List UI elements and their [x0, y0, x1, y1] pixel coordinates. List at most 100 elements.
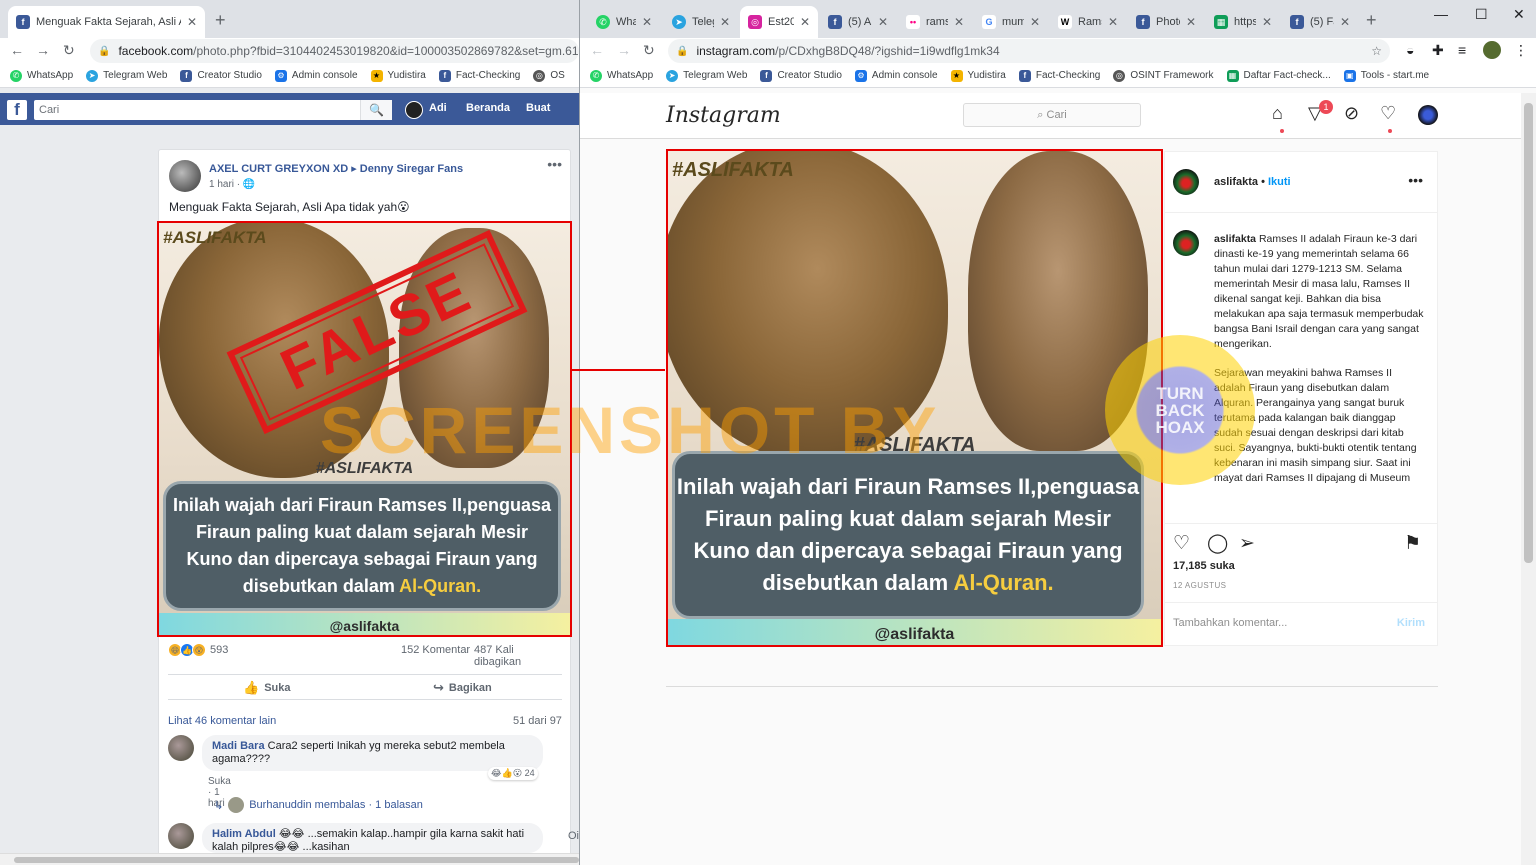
reaction-summary[interactable]: 😆 👍 😮 593	[168, 643, 228, 657]
username-link[interactable]: aslifakta	[1214, 176, 1258, 188]
back-arrow-icon[interactable]: ←	[590, 42, 604, 58]
avatar[interactable]	[168, 823, 194, 849]
bookmark-fact-checking[interactable]: f Fact-Checking	[1018, 69, 1100, 82]
like-heart-icon[interactable]: ♡	[1173, 532, 1190, 555]
share-count[interactable]: 487 Kali dibagikan	[474, 644, 562, 668]
avatar[interactable]	[1483, 41, 1501, 59]
close-window-icon[interactable]: ✕	[1513, 6, 1525, 23]
bookmark-creator-studio[interactable]: f Creator Studio	[180, 69, 262, 82]
comment-author[interactable]: Madi Bara	[212, 740, 265, 752]
instagram-logo[interactable]: Instagram	[666, 103, 781, 128]
post-time[interactable]: 1 hari · 🌐	[209, 179, 255, 190]
follow-button[interactable]: Ikuti	[1268, 176, 1291, 188]
avatar[interactable]	[1418, 105, 1438, 125]
share-paper-plane-icon[interactable]: ➢	[1239, 532, 1255, 555]
bookmark-telegram[interactable]: ➤ Telegram Web	[666, 69, 747, 82]
reload-icon[interactable]: ↻	[643, 42, 655, 59]
tab-facebook-post[interactable]: f Menguak Fakta Sejarah, Asli Apa ✕	[8, 6, 205, 38]
bookmark-fact-checking[interactable]: f Fact-Checking	[438, 69, 520, 82]
like-count[interactable]: 17,185 suka	[1173, 560, 1235, 572]
comment-author[interactable]: Halim Abdul	[212, 828, 276, 840]
add-comment-input[interactable]: Tambahkan komentar...	[1173, 617, 1287, 629]
caption-username[interactable]: aslifakta	[1214, 233, 1256, 245]
extension-incognito-icon[interactable]: ◒	[1406, 42, 1414, 58]
home-icon[interactable]: ⌂	[1272, 103, 1283, 124]
close-tab-icon[interactable]: ✕	[800, 15, 810, 29]
new-tab-button[interactable]: +	[1366, 10, 1377, 31]
close-tab-icon[interactable]: ✕	[720, 15, 730, 29]
comment-count[interactable]: 152 Komentar	[401, 644, 470, 656]
facebook-search-input[interactable]: Cari 🔍	[34, 100, 392, 120]
nav-create[interactable]: Buat	[526, 102, 550, 114]
bookmark-osint[interactable]: ◎ OSINT Framework	[1113, 69, 1214, 82]
bookmark-yudistira[interactable]: ★ Yudistira	[370, 69, 426, 82]
new-tab-button[interactable]: +	[215, 10, 226, 31]
reading-list-icon[interactable]: ≡	[1458, 42, 1466, 58]
more-options-icon[interactable]: •••	[547, 156, 562, 172]
nav-profile[interactable]: Adi	[429, 102, 447, 114]
bookmark-creator-studio[interactable]: f Creator Studio	[760, 69, 842, 82]
facebook-logo-icon[interactable]: f	[7, 100, 27, 120]
scrollbar-thumb[interactable]	[1524, 103, 1533, 563]
comment-bubble-icon[interactable]: ◯	[1207, 532, 1228, 555]
url-field[interactable]: 🔒 instagram.com/p/CDxhgB8DQ48/?igshid=1i…	[668, 39, 1390, 63]
avatar[interactable]	[405, 101, 423, 119]
bookmark-tools[interactable]: ▣ Tools - start.me	[1343, 69, 1429, 82]
close-tab-icon[interactable]: ✕	[954, 15, 964, 29]
tab-facebook-photo[interactable]: f Photo ✕	[1128, 6, 1204, 38]
bookmark-yudistira[interactable]: ★ Yudistira	[950, 69, 1006, 82]
close-tab-icon[interactable]: ✕	[1340, 15, 1350, 29]
star-icon[interactable]: ☆	[1371, 44, 1382, 58]
tab-telegram[interactable]: ➤ Teleg ✕	[664, 6, 738, 38]
comment-replies-link[interactable]: ↳ Burhanuddin membalas · 1 balasan	[214, 797, 423, 813]
avatar[interactable]	[1173, 169, 1199, 195]
close-tab-icon[interactable]: ✕	[878, 15, 888, 29]
back-arrow-icon[interactable]: ←	[10, 42, 24, 58]
search-icon[interactable]: 🔍	[360, 100, 392, 120]
like-button[interactable]: 👍 Suka	[243, 680, 290, 696]
bookmark-admin-console[interactable]: ⚙ Admin console	[274, 69, 358, 82]
tab-facebook-1[interactable]: f (5) Al ✕	[820, 6, 896, 38]
horizontal-scrollbar[interactable]	[0, 853, 579, 865]
avatar[interactable]	[169, 160, 201, 192]
vertical-scrollbar[interactable]	[1521, 93, 1536, 865]
explore-compass-icon[interactable]: ⊘	[1344, 103, 1359, 124]
close-tab-icon[interactable]: ✕	[1030, 15, 1040, 29]
tab-google[interactable]: Gmum ✕	[974, 6, 1048, 38]
chat-stub[interactable]: Oi	[568, 830, 579, 842]
more-options-icon[interactable]: •••	[1408, 172, 1423, 188]
tab-whatsapp[interactable]: ✆ What ✕	[588, 6, 660, 38]
bookmark-whatsapp[interactable]: ✆ WhatsApp	[590, 69, 653, 82]
bookmark-telegram[interactable]: ➤ Telegram Web	[86, 69, 167, 82]
reload-icon[interactable]: ↻	[63, 42, 75, 59]
nav-home[interactable]: Beranda	[466, 102, 510, 114]
menu-kebab-icon[interactable]: ⋮	[1514, 42, 1528, 59]
tab-wikipedia[interactable]: W Rams ✕	[1050, 6, 1126, 38]
close-tab-icon[interactable]: ✕	[1186, 15, 1196, 29]
close-tab-icon[interactable]: ✕	[1262, 15, 1272, 29]
avatar[interactable]	[1173, 230, 1199, 256]
view-more-comments-link[interactable]: Lihat 46 komentar lain	[168, 715, 276, 727]
minimize-icon[interactable]: —	[1434, 6, 1448, 22]
share-button[interactable]: ↪ Bagikan	[433, 680, 492, 696]
url-field[interactable]: 🔒 facebook.com/photo.php?fbid=3104402453…	[90, 39, 579, 63]
tab-sheets[interactable]: ▦ https ✕	[1206, 6, 1280, 38]
bookmark-osint[interactable]: ◎ OS	[533, 69, 565, 82]
extensions-puzzle-icon[interactable]: ✚	[1432, 42, 1444, 59]
close-tab-icon[interactable]: ✕	[1108, 15, 1118, 29]
activity-heart-icon[interactable]: ♡	[1380, 103, 1396, 124]
bookmark-whatsapp[interactable]: ✆ WhatsApp	[10, 69, 73, 82]
bookmark-daftar-fact-check[interactable]: ▦ Daftar Fact-check...	[1226, 69, 1331, 82]
maximize-icon[interactable]: ☐	[1475, 6, 1488, 23]
bookmark-save-icon[interactable]: ⚑	[1404, 532, 1421, 555]
scrollbar-thumb[interactable]	[14, 857, 579, 863]
comment-reactions[interactable]: 😂👍😮 24	[488, 767, 538, 780]
tab-instagram-post[interactable]: ◎ Est20 ✕	[740, 6, 818, 38]
tab-facebook-2[interactable]: f (5) Fa ✕	[1282, 6, 1358, 38]
instagram-search-input[interactable]: ⌕ Cari	[963, 103, 1141, 127]
avatar[interactable]	[168, 735, 194, 761]
forward-arrow-icon[interactable]: →	[36, 42, 50, 58]
tab-flickr[interactable]: •• ramsi ✕	[898, 6, 972, 38]
post-author[interactable]: AXEL CURT GREYXON XD ▸ Denny Siregar Fan…	[209, 162, 463, 175]
close-tab-icon[interactable]: ✕	[187, 15, 197, 29]
